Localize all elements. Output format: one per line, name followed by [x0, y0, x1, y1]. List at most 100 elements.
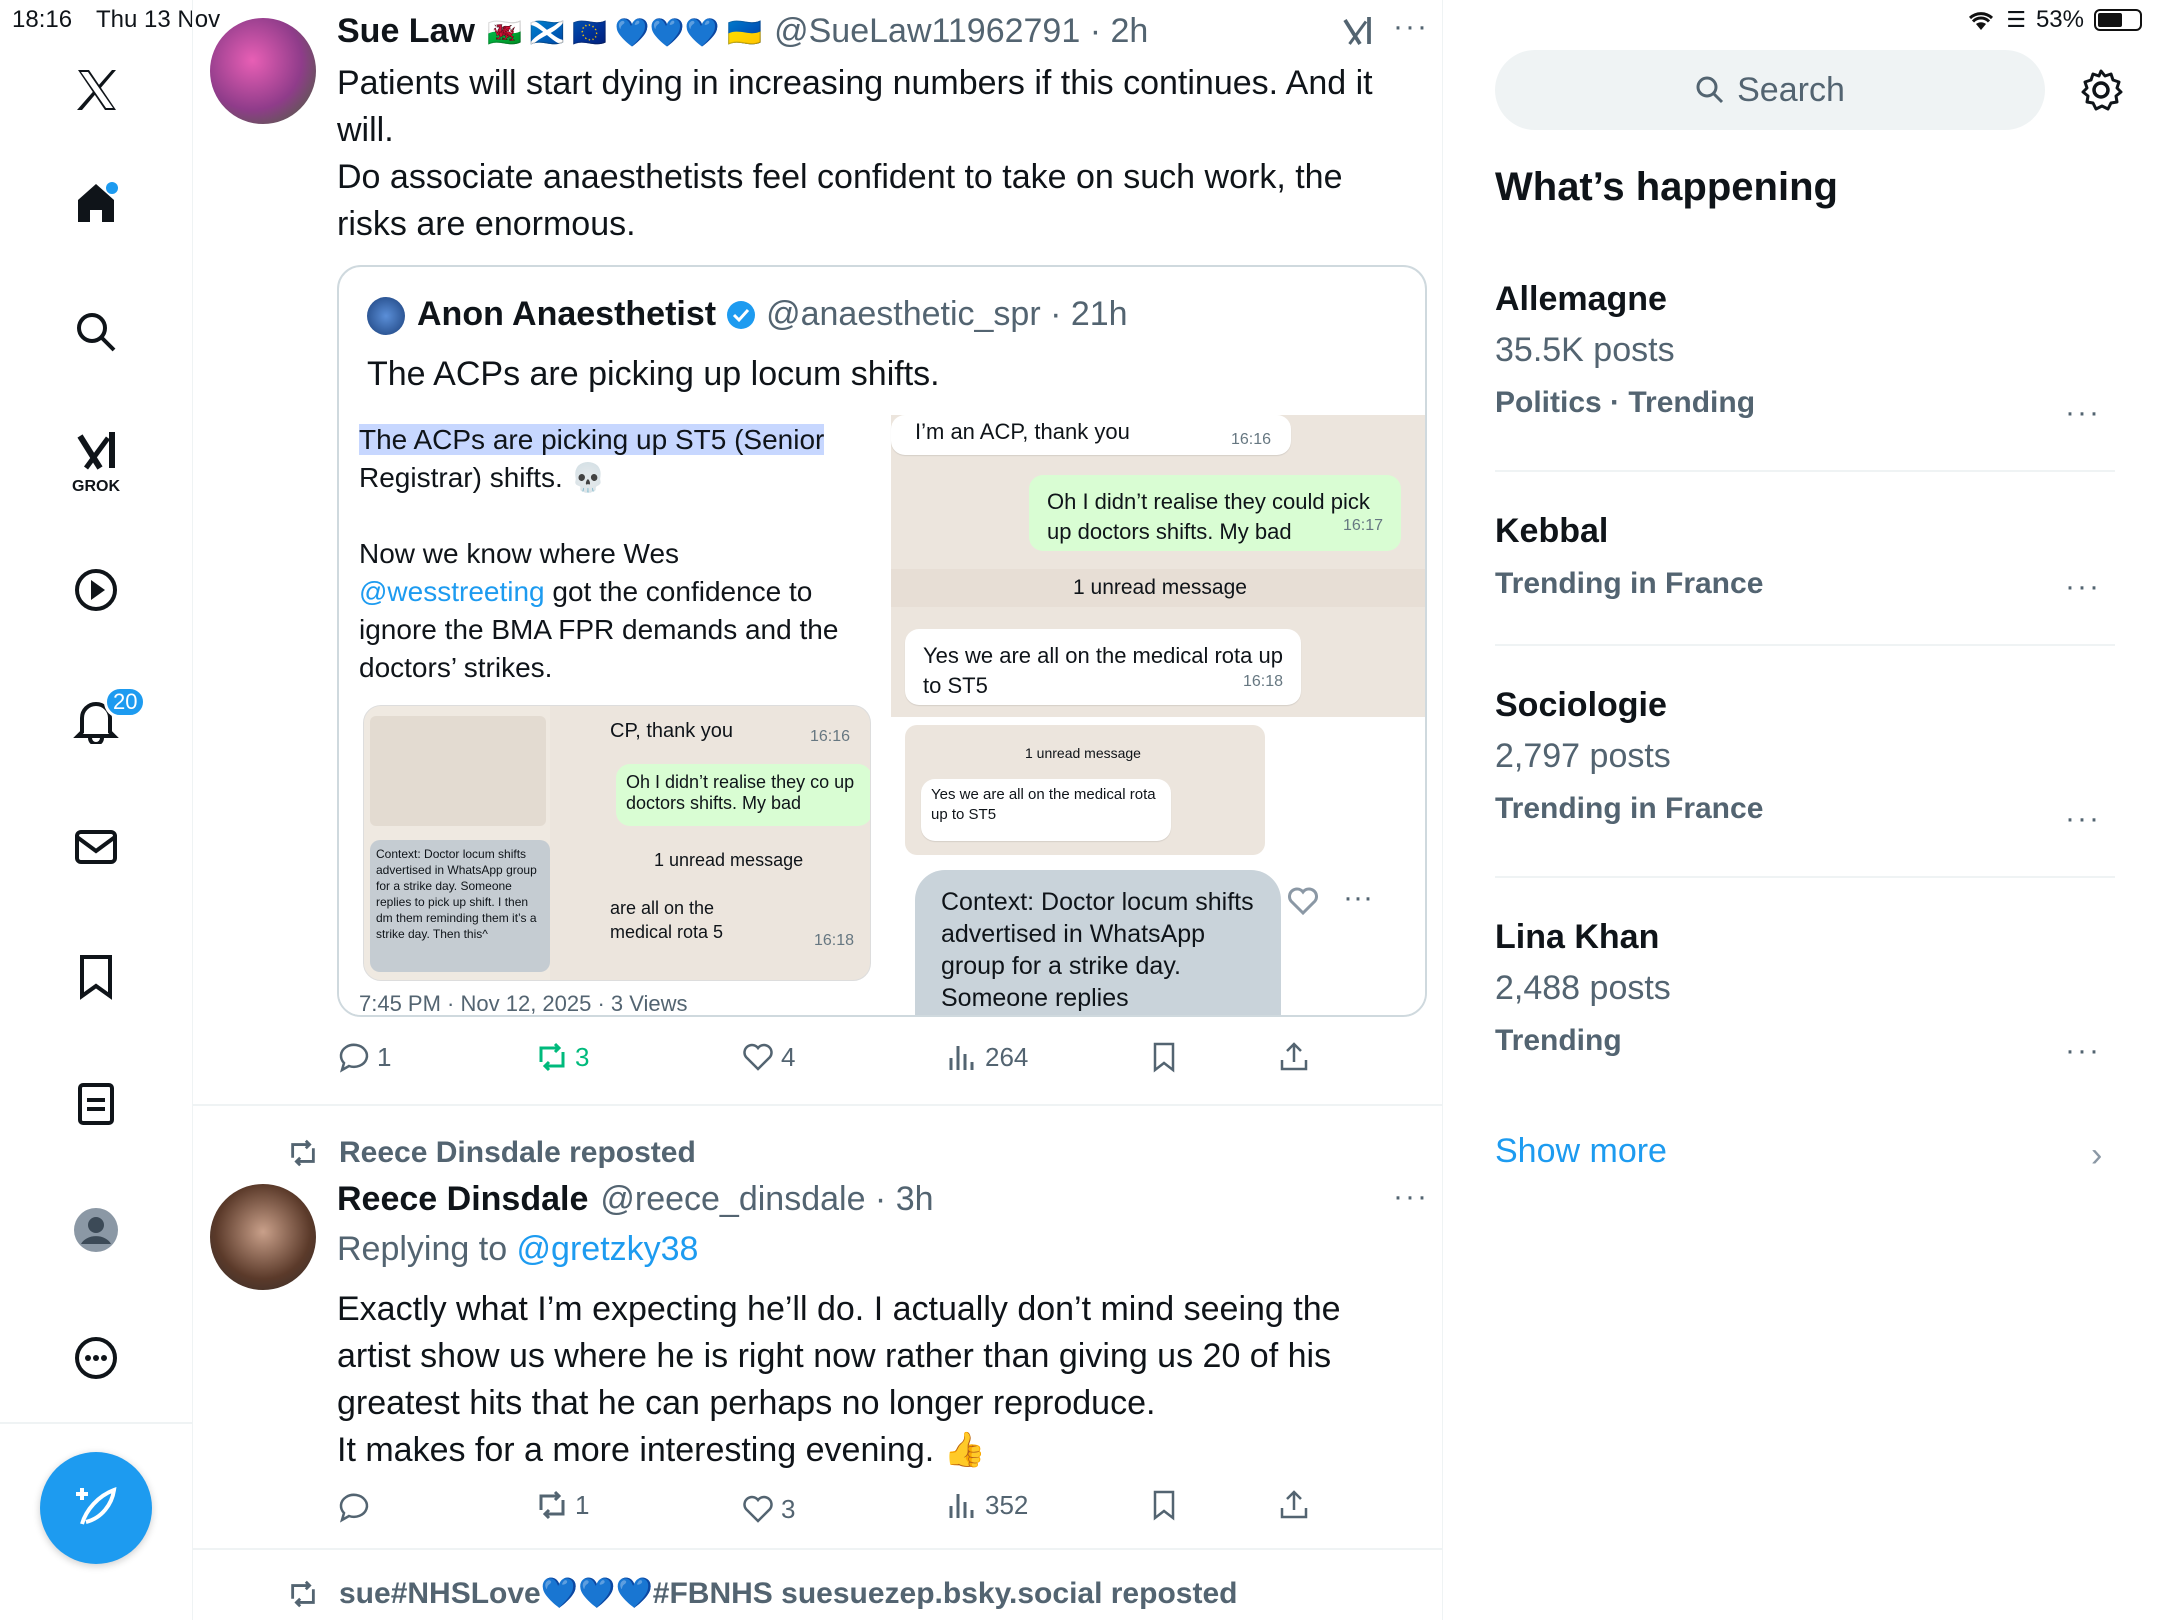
quoted-avatar[interactable] — [367, 297, 405, 335]
nested-screenshot: Context: Doctor locum shifts advertised … — [363, 705, 871, 981]
author-handle-time[interactable]: @SueLaw11962791 · 2h — [774, 12, 1148, 51]
context-bubble-large: Context: Doctor locum shifts advertised … — [915, 870, 1281, 1015]
trend-more-icon[interactable]: ··· — [2065, 396, 2101, 430]
video-play-icon[interactable] — [64, 558, 128, 622]
repost-icon — [539, 1042, 565, 1072]
author-name[interactable]: Reece Dinsdale — [337, 1180, 588, 1219]
nested-context-bubble: Context: Doctor locum shifts advertised … — [370, 840, 550, 972]
reply-button[interactable]: 1 — [337, 1040, 391, 1074]
like-button[interactable]: 3 — [741, 1492, 795, 1526]
trend-item[interactable]: Lina Khan 2,488 posts Trending — [1495, 918, 1671, 1058]
chat-msg3: Yes we are all on the medical rota up to… — [905, 629, 1301, 705]
like-button[interactable]: 4 — [741, 1040, 795, 1074]
settings-gear-icon[interactable] — [2079, 68, 2123, 117]
nested-unread: 1 unread message — [654, 850, 804, 870]
quoted-text: The ACPs are picking up locum shifts. — [367, 355, 940, 393]
views-chart-icon — [949, 1494, 974, 1518]
like-count: 4 — [781, 1041, 796, 1072]
share-button[interactable] — [1277, 1488, 1311, 1522]
bookmark-button[interactable] — [1147, 1488, 1181, 1522]
name-emojis: 🏴󠁧󠁢󠁷󠁬󠁳󠁿 🏴󠁧󠁢󠁳󠁣󠁴󠁿 🇪🇺 💙💙💙 🇺🇦 — [486, 17, 763, 48]
views-button[interactable]: 264 — [945, 1040, 1028, 1074]
quoted-media[interactable]: The ACPs are picking up ST5 (Senior Regi… — [339, 415, 1425, 1016]
search-input[interactable]: Search — [1495, 50, 2045, 130]
tweet-more-icon[interactable]: ··· — [1393, 1180, 1429, 1214]
nav-separator — [0, 1422, 193, 1424]
tweet-header: Sue Law 🏴󠁧󠁢󠁷󠁬󠁳󠁿 🏴󠁧󠁢󠁳󠁣󠁴󠁿 🇪🇺 💙💙💙 🇺🇦 @SueLa… — [337, 12, 1148, 51]
trend-item[interactable]: Sociologie 2,797 posts Trending in Franc… — [1495, 686, 1763, 826]
repost-count: 1 — [575, 1489, 590, 1520]
tweet-more-icon[interactable]: ··· — [1393, 10, 1429, 44]
profile-avatar-icon[interactable] — [64, 1198, 128, 1262]
share-button[interactable] — [1277, 1040, 1311, 1074]
views-button[interactable]: 352 — [945, 1488, 1028, 1522]
quoted-author-name[interactable]: Anon Anaesthetist — [417, 295, 716, 334]
reply-icon — [339, 1043, 369, 1073]
quoted-header: Anon Anaesthetist @anaesthetic_spr · 21h — [417, 295, 1128, 334]
trend-more-icon[interactable]: ··· — [2065, 570, 2101, 604]
more-options-icon[interactable] — [64, 1326, 128, 1390]
quill-plus-icon — [76, 1486, 117, 1525]
tweet-divider — [193, 1104, 1443, 1106]
trend-item[interactable]: Allemagne 35.5K posts Politics · Trendin… — [1495, 280, 1755, 420]
quoted-tweet[interactable]: Anon Anaesthetist @anaesthetic_spr · 21h… — [337, 265, 1427, 1017]
author-name[interactable]: Sue Law — [337, 12, 475, 51]
left-nav: GROK 20 — [0, 0, 193, 1620]
show-more-link[interactable]: Show more — [1495, 1132, 1667, 1171]
repost-icon — [539, 1490, 565, 1520]
views-chart-icon — [949, 1046, 974, 1070]
tweet2-body: Exactly what I’m expecting he’ll do. I a… — [337, 1290, 1341, 1469]
reply-icon — [339, 1493, 369, 1523]
reply-button[interactable] — [337, 1490, 371, 1524]
react-heart-icon[interactable] — [1285, 883, 1321, 924]
chevron-right-icon[interactable]: › — [2091, 1136, 2102, 1175]
repost-indicator[interactable]: sue#NHSLove💙💙💙#FBNHS suesuezep.bsky.soci… — [285, 1576, 1237, 1611]
repost-small-icon — [291, 1139, 315, 1167]
replying-to: Replying to @gretzky38 — [337, 1230, 699, 1268]
chat-msg1: I’m an ACP, thank you 16:16 — [891, 415, 1291, 455]
like-count: 3 — [781, 1493, 796, 1524]
repost-button[interactable]: 1 — [535, 1488, 589, 1522]
trend-more-icon[interactable]: ··· — [2065, 1034, 2101, 1068]
bookmark-icon — [1153, 1490, 1175, 1521]
tweet-body: Patients will start dying in increasing … — [337, 64, 1373, 243]
avatar-reece-dinsdale[interactable] — [210, 1184, 316, 1290]
author-handle-time[interactable]: @reece_dinsdale · 3h — [600, 1180, 933, 1219]
trend-item[interactable]: Kebbal Trending in France — [1495, 512, 1763, 601]
media-more-icon[interactable]: ··· — [1343, 881, 1373, 915]
x-logo-icon[interactable] — [64, 58, 128, 122]
repost-indicator[interactable]: Reece Dinsdale reposted — [285, 1136, 696, 1170]
bookmark-button[interactable] — [1147, 1040, 1181, 1074]
nested-mini-chat: Context: Doctor locum shifts advertised … — [364, 706, 550, 980]
share-icon — [1280, 1042, 1308, 1071]
whats-happening-title: What’s happening — [1495, 165, 1838, 209]
compose-post-button[interactable] — [40, 1452, 152, 1564]
repost-button[interactable]: 3 — [535, 1040, 589, 1074]
timeline: Sue Law 🏴󠁧󠁢󠁷󠁬󠁳󠁿 🏴󠁧󠁢󠁳󠁣󠁴󠁿 🇪🇺 💙💙💙 🇺🇦 @SueLa… — [193, 0, 1443, 1620]
trend-more-icon[interactable]: ··· — [2065, 802, 2101, 836]
media-chat-small: 1 unread message Yes we are all on the m… — [905, 725, 1265, 855]
nested-msg2: Oh I didn’t realise they co up doctors s… — [616, 764, 870, 826]
quoted-handle-time[interactable]: @anaesthetic_spr · 21h — [766, 295, 1128, 334]
media-image-left[interactable]: The ACPs are picking up ST5 (Senior Regi… — [339, 415, 885, 1016]
replying-handle-link[interactable]: @gretzky38 — [517, 1230, 699, 1268]
search-placeholder: Search — [1737, 70, 1845, 109]
nested-footer: 7:45 PM · Nov 12, 2025 · 3 Views — [359, 991, 688, 1016]
repost-count: 3 — [575, 1041, 590, 1072]
heart-icon — [743, 1043, 773, 1071]
home-icon[interactable] — [64, 170, 128, 234]
grok-explain-icon[interactable] — [1339, 14, 1375, 55]
nested-msg3-time: 16:18 — [814, 932, 855, 949]
chat-msg2: Oh I didn’t realise they could pick up d… — [1029, 475, 1401, 551]
reply-count: 1 — [377, 1041, 392, 1072]
lists-icon[interactable] — [64, 1072, 128, 1136]
media-image-right[interactable]: I’m an ACP, thank you 16:16 Oh I didn’t … — [891, 415, 1425, 717]
heart-icon — [743, 1495, 773, 1523]
explore-search-icon[interactable] — [64, 300, 128, 364]
avatar-sue-law[interactable] — [210, 18, 316, 124]
messages-mail-icon[interactable] — [64, 815, 128, 879]
views-count: 352 — [985, 1489, 1029, 1520]
bookmarks-icon[interactable] — [64, 944, 128, 1008]
grok-icon[interactable] — [64, 420, 128, 484]
notifications-badge: 20 — [104, 686, 147, 718]
